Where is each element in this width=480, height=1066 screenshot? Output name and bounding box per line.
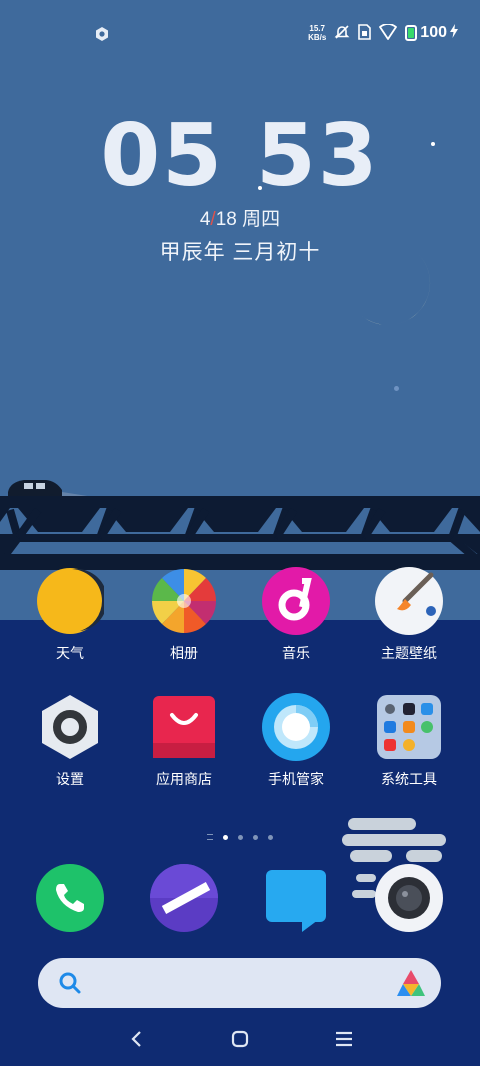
page-dot[interactable] [268,834,273,840]
messages-icon [262,864,330,932]
moon-decoration [356,246,446,336]
speed-unit: KB/s [308,33,327,42]
settings-dot-icon [94,26,110,42]
search-icon[interactable] [58,971,82,995]
app-label: 设置 [56,771,84,787]
home-icon[interactable] [225,1024,255,1054]
speed-value: 15.7 [309,24,325,33]
status-bar: 15.7 KB/s 100 [308,22,458,44]
date-month: 4 [199,209,211,230]
date-day: 18 [215,209,237,230]
mute-bell-icon [334,24,350,43]
dock-camera[interactable] [359,864,459,932]
app-themes[interactable]: 主题壁纸 [359,567,459,663]
folder-system-tools[interactable]: 系统工具 [359,693,459,789]
page-dot-active[interactable] [223,834,228,840]
star-decoration [258,186,262,190]
star-decoration [431,142,435,146]
app-label: 主题壁纸 [381,645,437,661]
clock-time[interactable]: 05 53 [0,106,480,206]
phone-manager-icon [262,693,330,761]
star-decoration [394,386,399,391]
browser-icon [150,864,218,932]
charging-bolt-icon [450,23,458,43]
store-bag-icon [150,693,218,761]
app-label: 天气 [56,645,84,661]
settings-gear-icon [36,693,104,761]
page-dot[interactable] [238,834,243,840]
menu-icon[interactable] [329,1024,359,1054]
page-list-icon[interactable] [207,834,213,840]
phone-icon [36,864,104,932]
assistant-icon[interactable] [397,970,425,996]
camera-icon [375,864,443,932]
theme-palette-icon [375,567,443,635]
battery-icon [405,25,418,41]
date-weekday: 周四 [242,209,281,230]
back-icon[interactable] [121,1024,151,1054]
wifi-icon [379,22,398,43]
weather-moon-icon [36,567,108,635]
app-label: 系统工具 [381,771,437,787]
app-label: 音乐 [282,645,310,661]
dock-messages[interactable] [246,864,346,932]
app-store[interactable]: 应用商店 [134,693,234,789]
bridge-decoration [0,480,480,570]
gallery-flower-icon [150,567,218,635]
app-music[interactable]: 音乐 [246,567,346,663]
music-note-icon [262,567,330,635]
app-label: 相册 [170,645,198,661]
dock-browser[interactable] [134,864,234,932]
dock-phone[interactable] [20,864,120,932]
app-label: 手机管家 [268,771,324,787]
search-bar[interactable] [38,958,441,1008]
page-dot[interactable] [253,834,258,840]
folder-icon [375,693,443,761]
network-speed: 15.7 KB/s [308,24,326,42]
app-gallery[interactable]: 相册 [134,567,234,663]
battery-indicator: 100 [405,23,458,43]
battery-level: 100 [420,24,447,41]
app-phone-manager[interactable]: 手机管家 [246,693,346,789]
sim-card-icon [358,23,372,43]
app-label: 应用商店 [156,771,212,787]
app-settings[interactable]: 设置 [20,693,120,789]
app-weather[interactable]: 天气 [20,567,120,663]
date-display[interactable]: 4/18 周四 [0,204,480,231]
